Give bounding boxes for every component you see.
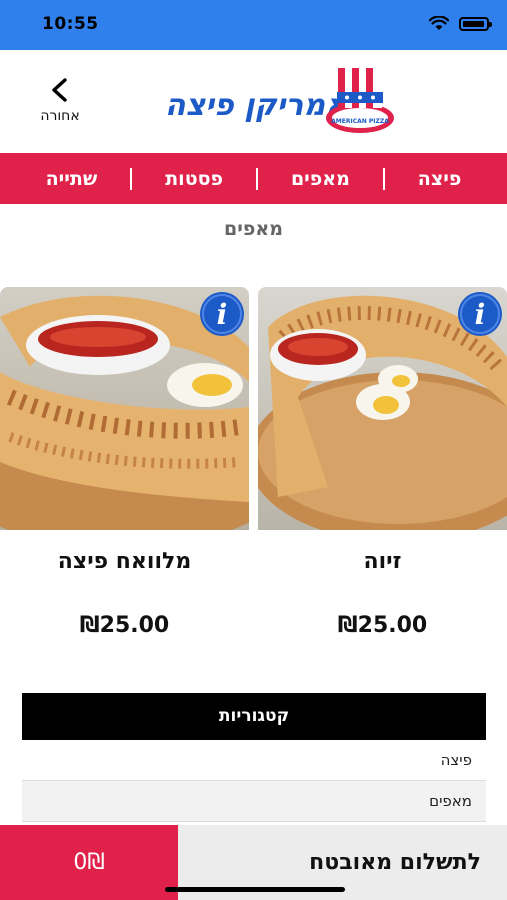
nav-separator xyxy=(130,167,132,190)
uncle-sam-hat-logo-icon: AMERICAN PIZZA xyxy=(326,68,394,133)
brand-logo[interactable]: אמריקן פיצה AMERICAN PIZZA xyxy=(165,62,400,142)
status-icons xyxy=(429,16,492,31)
nav-item-pastas[interactable]: פסטות xyxy=(147,168,241,190)
section-title: מאפים xyxy=(224,218,283,240)
product-name: מלוואח פיצה xyxy=(57,549,192,574)
app-header: אמריקן פיצה AMERICAN PIZZA אחורה xyxy=(0,50,507,153)
nav-separator xyxy=(256,167,258,190)
product-card[interactable]: i מלוואח פיצה ₪25.00 xyxy=(0,287,249,647)
home-indicator xyxy=(165,887,345,892)
product-name: זיוה xyxy=(363,549,402,574)
nav-item-drinks[interactable]: שתייה xyxy=(28,168,116,190)
svg-text:i: i xyxy=(475,298,486,331)
category-list-item[interactable]: מאפים xyxy=(22,781,486,822)
chevron-left-icon xyxy=(52,78,67,102)
product-price: ₪25.00 xyxy=(337,613,428,638)
status-time: 10:55 xyxy=(42,14,99,34)
info-icon[interactable]: i xyxy=(199,291,245,337)
back-label: אחורה xyxy=(40,108,80,124)
nav-separator xyxy=(383,167,385,190)
product-card[interactable]: i זיוה ₪25.00 xyxy=(258,287,507,647)
category-nav: פיצה מאפים פסטות שתייה xyxy=(0,153,507,204)
logo-badge-text: AMERICAN PIZZA xyxy=(331,118,389,125)
logo-text: אמריקן פיצה xyxy=(165,88,348,123)
svg-text:i: i xyxy=(217,298,228,331)
wifi-icon xyxy=(429,16,449,30)
product-price: ₪25.00 xyxy=(79,613,170,638)
categories-header: קטגוריות xyxy=(22,693,486,740)
info-icon[interactable]: i xyxy=(457,291,503,337)
back-button[interactable]: אחורה xyxy=(34,78,86,130)
category-list-item[interactable]: פיצה xyxy=(22,740,486,781)
battery-icon xyxy=(459,16,492,31)
nav-item-pizza[interactable]: פיצה xyxy=(400,168,480,190)
nav-item-pastries[interactable]: מאפים xyxy=(273,168,368,190)
cart-total[interactable]: 0₪ xyxy=(0,825,178,900)
status-bar: 10:55 xyxy=(0,0,507,50)
